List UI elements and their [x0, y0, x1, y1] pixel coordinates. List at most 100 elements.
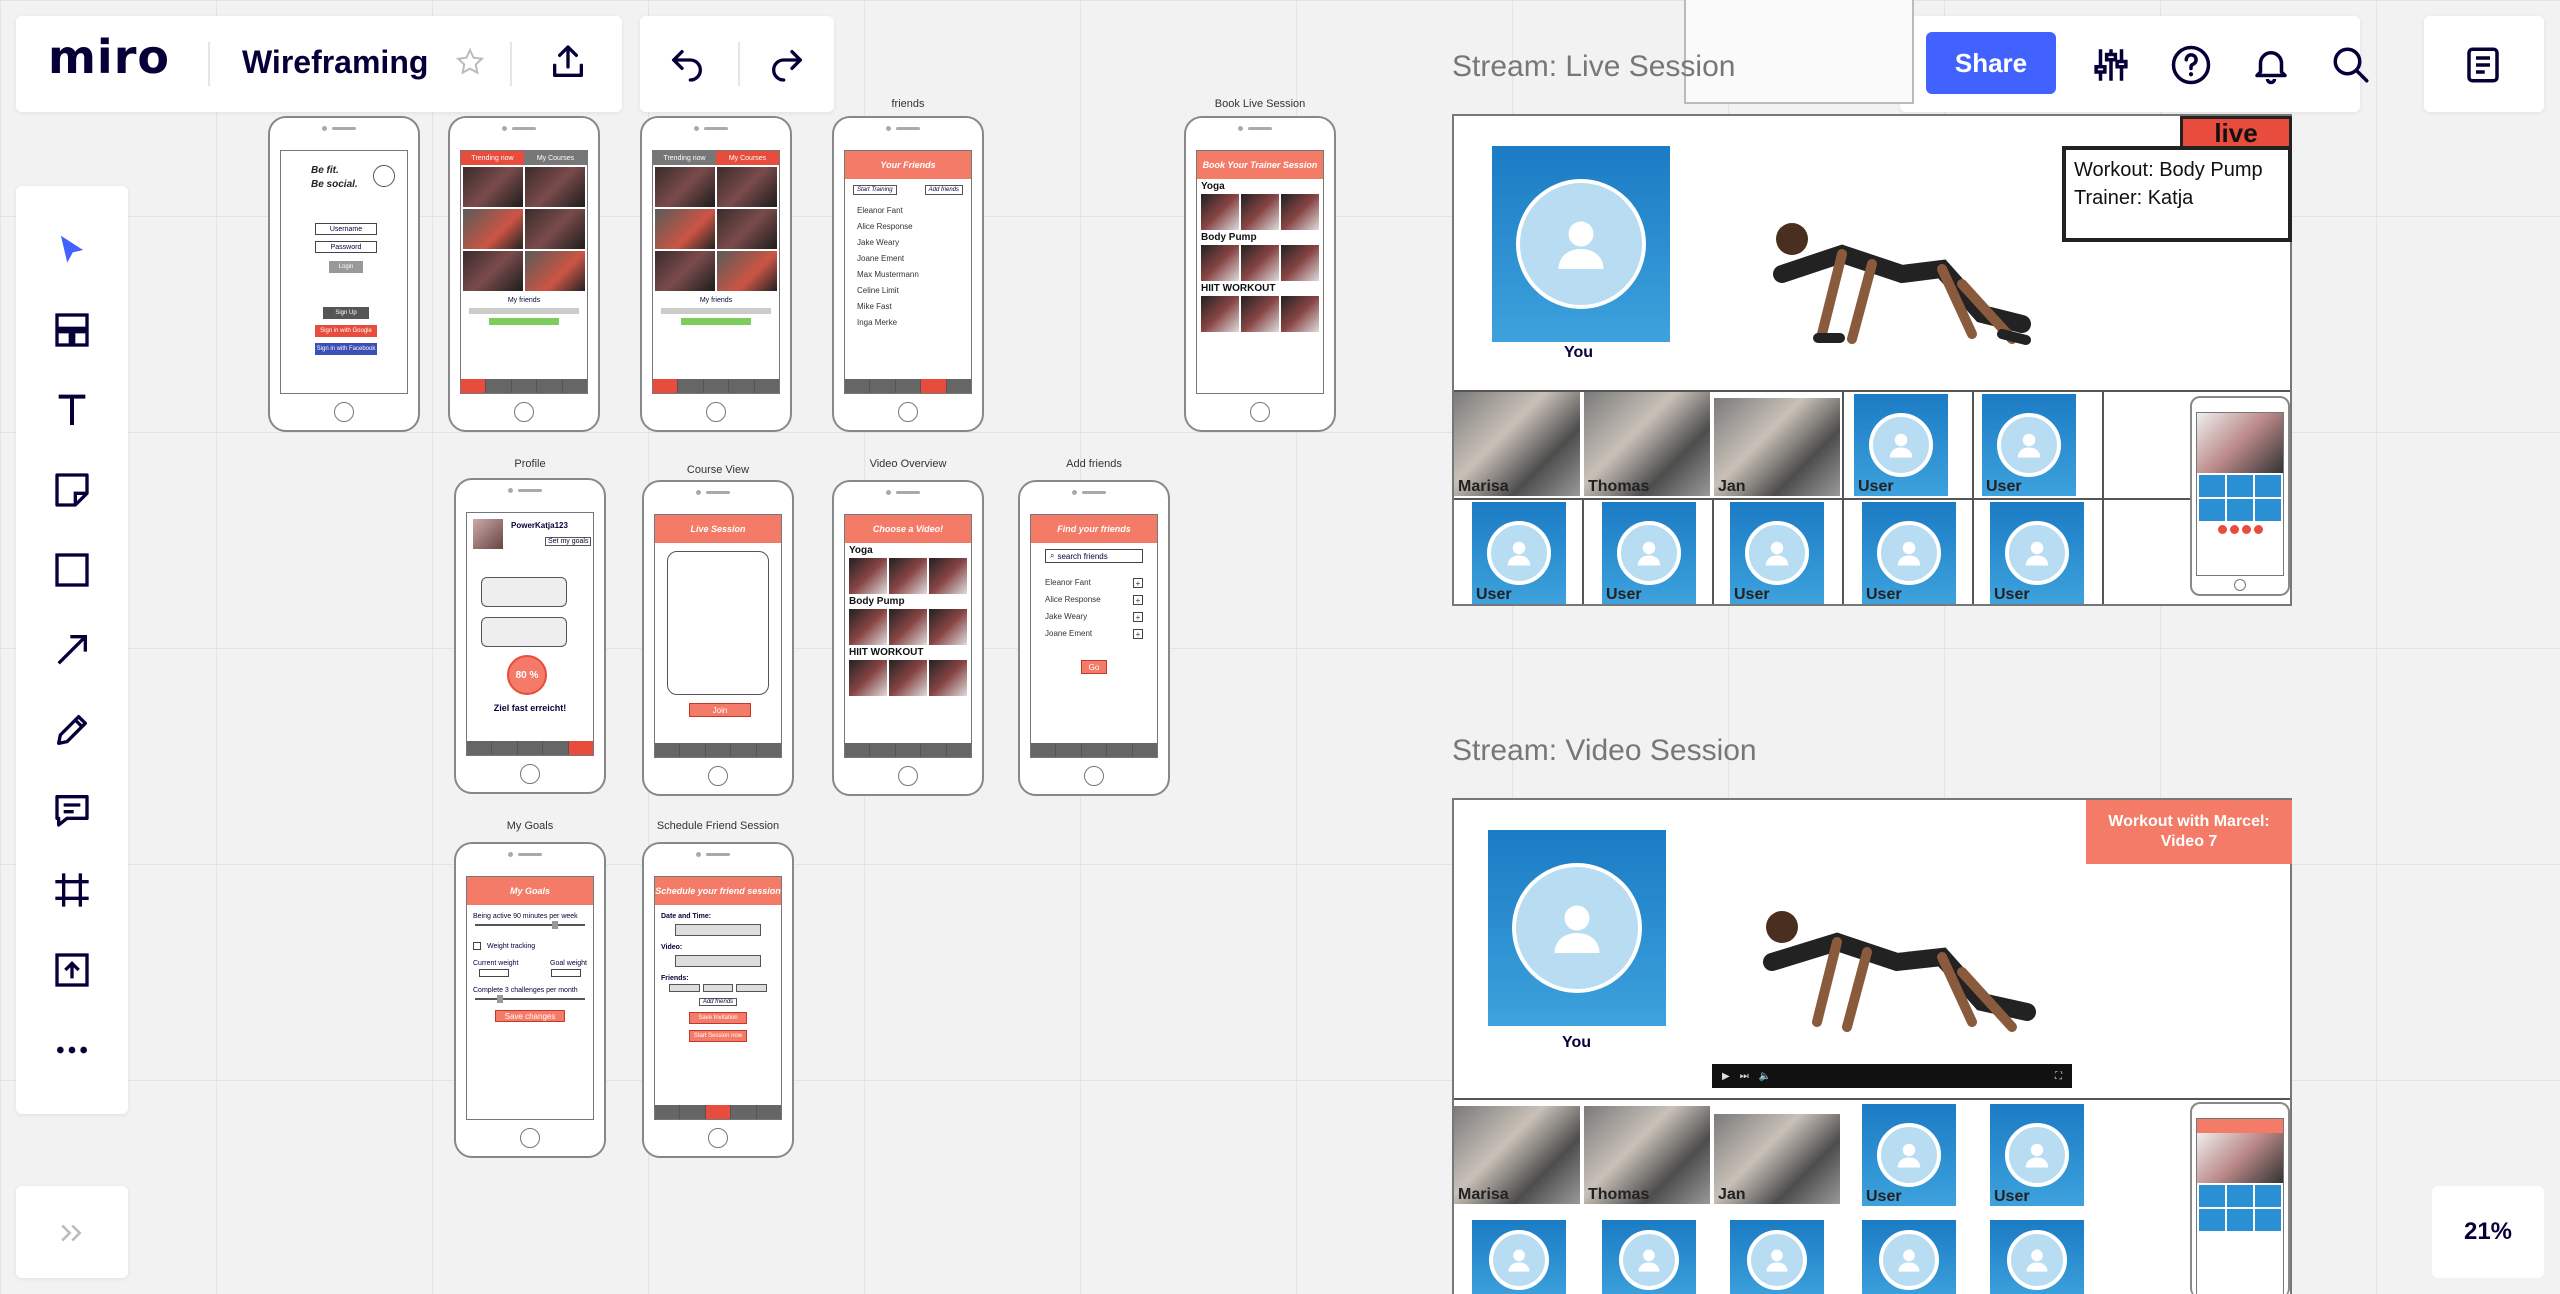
shape-icon[interactable]	[42, 540, 102, 600]
list-item[interactable]: Max Mustermann	[857, 270, 959, 279]
nav-item[interactable]	[731, 1105, 756, 1119]
nav-item[interactable]	[467, 741, 492, 755]
thumbnail[interactable]	[525, 209, 585, 249]
friend-chip[interactable]	[669, 984, 700, 992]
google-signin-button[interactable]: Sign in with Google	[315, 325, 377, 337]
username-field[interactable]: Username	[315, 223, 377, 235]
thumbnail[interactable]	[655, 251, 715, 291]
nav-item[interactable]	[756, 743, 781, 757]
login-button[interactable]: Login	[329, 261, 363, 273]
add-icon[interactable]: +	[1133, 629, 1143, 639]
list-item[interactable]: Celine Limit	[857, 286, 959, 295]
video-stream-frame[interactable]: You ▶ ⏭ 🔈 ⛶ Workout with Marcel: Video 7…	[1452, 798, 2292, 1294]
participant-tile[interactable]: Thomas	[1584, 392, 1710, 496]
live-stream-title[interactable]: Stream: Live Session	[1452, 50, 1735, 84]
frame-icon[interactable]	[42, 860, 102, 920]
list-item[interactable]: Inga Merke	[857, 318, 959, 327]
participant-tile[interactable]: User	[1730, 502, 1824, 604]
thumbnail[interactable]	[849, 609, 887, 645]
nav-item[interactable]	[680, 1105, 705, 1119]
list-item[interactable]: Joane Ement +	[1045, 629, 1143, 639]
arrow-icon[interactable]	[42, 620, 102, 680]
friend-chip[interactable]	[736, 984, 768, 992]
pen-icon[interactable]	[42, 700, 102, 760]
set-goals-button[interactable]: Set my goals	[545, 537, 592, 546]
undo-icon[interactable]	[662, 40, 712, 90]
thumbnail[interactable]	[889, 660, 927, 696]
active-slider[interactable]	[475, 921, 585, 929]
thumbnail[interactable]	[1201, 194, 1239, 230]
friends-button[interactable]	[681, 318, 751, 325]
search-friends-input[interactable]: ⌕ search friends	[1045, 549, 1143, 563]
notes-icon[interactable]	[2458, 40, 2508, 90]
tab-my-courses[interactable]: My Courses	[716, 151, 779, 165]
list-item[interactable]: Joane Ement	[857, 254, 959, 263]
thumbnail[interactable]	[525, 167, 585, 207]
text-icon[interactable]	[42, 380, 102, 440]
miro-logo[interactable]: miro	[48, 30, 170, 84]
video-select[interactable]	[675, 955, 761, 967]
nav-item[interactable]	[921, 743, 946, 757]
nav-item[interactable]	[1056, 743, 1081, 757]
thumbnail[interactable]	[889, 609, 927, 645]
share-button[interactable]: Share	[1926, 32, 2056, 94]
phone-feed[interactable]: Trending now My Courses My friends	[448, 116, 600, 432]
participant-tile[interactable]: User	[1472, 502, 1566, 604]
select-icon[interactable]	[42, 220, 102, 280]
trainer-video[interactable]	[1722, 124, 2062, 388]
thumbnail[interactable]	[1281, 245, 1319, 281]
list-item[interactable]: Jake Weary +	[1045, 612, 1143, 622]
thumbnail[interactable]	[1201, 296, 1239, 332]
challenges-slider[interactable]	[475, 995, 585, 1003]
nav-item[interactable]	[678, 379, 703, 393]
notifications-bell-icon[interactable]	[2246, 40, 2296, 90]
thumbnail[interactable]	[717, 209, 777, 249]
add-icon[interactable]: +	[1133, 595, 1143, 605]
participant-tile[interactable]: User	[1862, 502, 1956, 604]
nav-item[interactable]	[1081, 743, 1107, 757]
list-item[interactable]: Mike Fast	[857, 302, 959, 311]
slider-handle[interactable]	[497, 995, 503, 1003]
thumbnail[interactable]	[1241, 194, 1279, 230]
phone-friends[interactable]: Your Friends Start Training Add friends …	[832, 116, 984, 432]
thumbnail[interactable]	[717, 167, 777, 207]
nav-item[interactable]	[731, 743, 756, 757]
more-icon[interactable]	[42, 1020, 102, 1080]
play-icon[interactable]: ▶	[1722, 1071, 1730, 1082]
phone-video-overview[interactable]: Choose a Video! Yoga Body Pump HIIT WORK…	[832, 480, 984, 796]
add-friends-button[interactable]: Add friends	[699, 998, 737, 1006]
tab-trending[interactable]: Trending now	[461, 151, 524, 165]
phone-goals[interactable]: My Goals Being active 90 minutes per wee…	[454, 842, 606, 1158]
templates-icon[interactable]	[42, 300, 102, 360]
facebook-signin-button[interactable]: Sign in with Facebook	[315, 343, 377, 355]
nav-item[interactable]	[655, 743, 680, 757]
thumbnail[interactable]	[849, 660, 887, 696]
nav-item[interactable]	[754, 379, 779, 393]
nav-item[interactable]	[1132, 743, 1157, 757]
star-icon[interactable]	[452, 44, 488, 80]
export-icon[interactable]	[544, 38, 592, 86]
current-weight-input[interactable]	[479, 969, 509, 977]
nav-item[interactable]	[517, 741, 543, 755]
friends-button[interactable]	[489, 318, 559, 325]
nav-item[interactable]	[845, 379, 870, 393]
thumbnail[interactable]	[889, 558, 927, 594]
nav-item[interactable]	[756, 1105, 781, 1119]
nav-item[interactable]	[461, 379, 486, 393]
list-item[interactable]: Alice Response +	[1045, 595, 1143, 605]
participant-tile[interactable]: Marisa	[1454, 1106, 1580, 1204]
mobile-preview[interactable]	[2190, 396, 2290, 596]
board-title[interactable]: Wireframing	[242, 44, 428, 81]
video-controls-bar[interactable]: ▶ ⏭ 🔈 ⛶	[1712, 1064, 2072, 1088]
add-friends-button[interactable]: Add friends	[924, 185, 963, 195]
participant-tile[interactable]: User	[1854, 394, 1948, 496]
participant-tile[interactable]: User	[1990, 1104, 2084, 1206]
add-icon[interactable]: +	[1133, 612, 1143, 622]
participant-tile[interactable]	[1730, 1220, 1824, 1294]
thumbnail[interactable]	[655, 167, 715, 207]
nav-item[interactable]	[1031, 743, 1056, 757]
nav-item[interactable]	[568, 741, 593, 755]
comment-icon[interactable]	[42, 780, 102, 840]
nav-item[interactable]	[921, 379, 946, 393]
settings-sliders-icon[interactable]	[2086, 40, 2136, 90]
